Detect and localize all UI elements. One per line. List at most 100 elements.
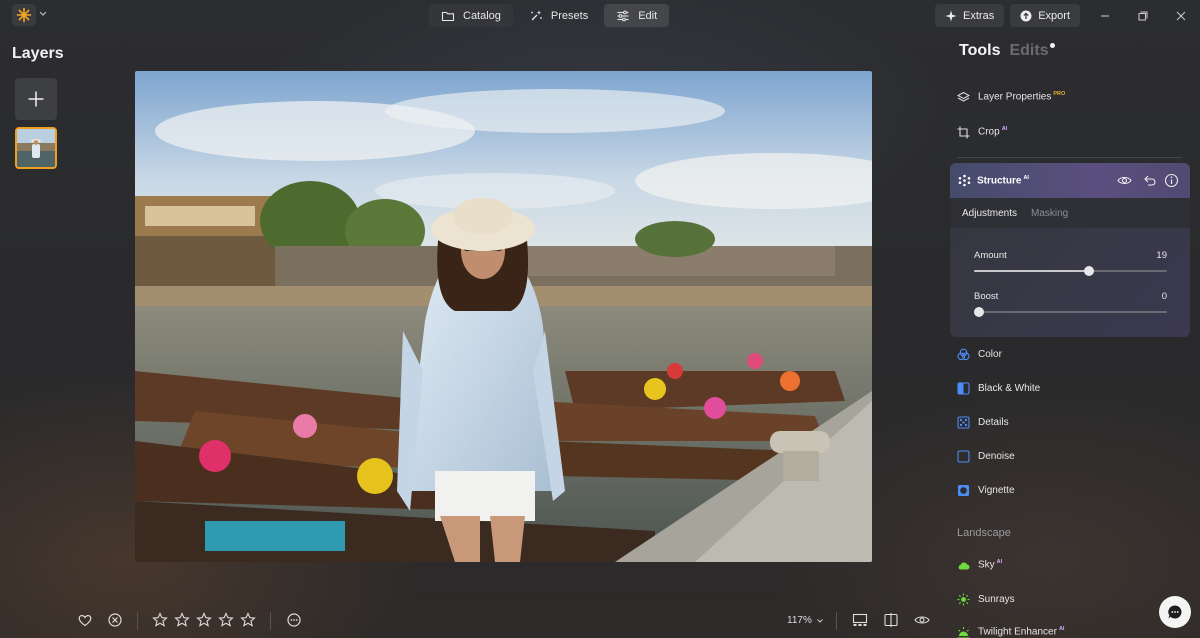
amount-slider[interactable] (974, 266, 1167, 276)
reject-icon[interactable] (107, 612, 123, 628)
tools-divider (957, 157, 1182, 158)
star-2-icon[interactable] (174, 612, 190, 628)
tool-sunrays[interactable]: Sunrays (957, 589, 1015, 609)
tool-denoise-label: Denoise (978, 450, 1015, 462)
tab-edit[interactable]: Edit (604, 4, 670, 27)
subtab-adjustments[interactable]: Adjustments (962, 208, 1017, 219)
zoom-chevron-icon[interactable] (816, 617, 824, 625)
star-4-icon[interactable] (218, 612, 234, 628)
app-menu-button[interactable] (12, 4, 36, 26)
tab-edits[interactable]: Edits (1009, 42, 1055, 60)
amount-value[interactable]: 19 (1156, 250, 1167, 261)
tool-twilight-enhancer[interactable]: Twilight Enhancer AI (957, 622, 1064, 638)
compare-icon[interactable] (883, 612, 899, 628)
layers-title: Layers (12, 45, 64, 62)
structure-sliders: Amount 19 Boost 0 (950, 228, 1190, 337)
landscape-section-title[interactable]: Landscape (957, 527, 1011, 539)
tool-black-white-label: Black & White (978, 382, 1041, 394)
pro-badge: PRO (1053, 91, 1066, 98)
layer-thumbnail-image (17, 129, 55, 167)
structure-icon (958, 174, 971, 187)
amount-slider-fill (974, 270, 1089, 272)
bottom-toolbar: 117% (0, 608, 940, 634)
minimize-button[interactable] (1086, 4, 1124, 27)
tool-twilight-enhancer-label: Twilight Enhancer (978, 626, 1057, 638)
tool-black-white[interactable]: Black & White (957, 378, 1040, 398)
structure-header[interactable]: Structure AI (950, 163, 1190, 198)
visibility-eye-icon[interactable] (1117, 173, 1132, 188)
amount-label: Amount (974, 250, 1007, 261)
heart-icon[interactable] (77, 612, 93, 628)
boost-slider-thumb[interactable] (974, 307, 984, 317)
denoise-icon (957, 449, 970, 463)
chat-assistant-button[interactable] (1159, 596, 1191, 628)
tool-layer-properties[interactable]: Layer Properties PRO (957, 87, 1065, 107)
twilight-icon (957, 626, 970, 638)
amount-slider-thumb[interactable] (1084, 266, 1094, 276)
preview-eye-icon[interactable] (914, 612, 930, 628)
vignette-icon (958, 484, 969, 496)
boost-slider[interactable] (974, 307, 1167, 317)
tool-details-label: Details (978, 416, 1009, 428)
ai-badge: AI (1058, 626, 1065, 633)
reset-undo-icon[interactable] (1142, 173, 1157, 188)
tool-vignette[interactable]: Vignette (957, 480, 1015, 500)
boost-label: Boost (974, 291, 999, 302)
tools-tabs: Tools Edits (959, 42, 1055, 60)
structure-title: Structure (977, 175, 1022, 187)
add-layer-button[interactable] (15, 78, 57, 120)
filmstrip-icon[interactable] (852, 612, 868, 628)
tool-vignette-label: Vignette (978, 484, 1015, 496)
extras-button[interactable]: Extras (935, 4, 1005, 27)
ai-badge: AI (1001, 126, 1008, 133)
sliders-icon (617, 10, 629, 21)
tool-layer-properties-label: Layer Properties (978, 91, 1052, 103)
boost-value[interactable]: 0 (1162, 291, 1167, 302)
folder-icon (441, 11, 455, 21)
export-button[interactable]: Export (1010, 4, 1080, 27)
edits-indicator-dot (1049, 43, 1055, 48)
cloud-icon (958, 562, 970, 569)
close-window-button[interactable] (1162, 4, 1200, 27)
tab-tools[interactable]: Tools (959, 42, 1000, 60)
export-icon (1020, 10, 1032, 21)
info-icon[interactable] (1164, 173, 1179, 188)
star-5-icon[interactable] (240, 612, 256, 628)
zoom-level[interactable]: 117% (787, 615, 812, 626)
tool-sky-label: Sky (978, 559, 995, 571)
more-options-icon[interactable] (286, 612, 302, 628)
edited-photo (135, 71, 872, 562)
toolbar-divider (270, 612, 271, 630)
structure-tool-panel: Structure AI Adjustments Masking Amount 1… (950, 163, 1190, 337)
minimize-icon (1101, 15, 1109, 16)
tool-details[interactable]: Details (957, 412, 1009, 432)
ai-badge: AI (996, 559, 1003, 566)
restore-button[interactable] (1124, 4, 1162, 27)
star-3-icon[interactable] (196, 612, 212, 628)
tab-catalog[interactable]: Catalog (429, 4, 513, 27)
ai-badge: AI (1023, 175, 1029, 181)
tool-crop[interactable]: Crop AI (957, 122, 1007, 142)
black-white-icon (957, 381, 970, 395)
tool-crop-label: Crop (978, 126, 1000, 138)
subtab-masking[interactable]: Masking (1031, 208, 1068, 219)
sparkle-wand-icon (531, 10, 542, 20)
layers-icon (957, 91, 970, 102)
tab-edit-label: Edit (638, 9, 658, 22)
tab-presets[interactable]: Presets (517, 4, 600, 27)
main-navigation: Catalog Presets Edit (429, 4, 670, 27)
export-label: Export (1038, 9, 1070, 22)
photo-canvas[interactable] (135, 71, 872, 562)
star-1-icon[interactable] (152, 612, 168, 628)
tool-denoise[interactable]: Denoise (957, 446, 1015, 466)
luminar-logo-icon (16, 7, 32, 23)
tab-edits-label: Edits (1009, 42, 1049, 59)
layer-thumbnail[interactable] (15, 127, 57, 169)
tool-sky[interactable]: Sky AI (957, 555, 1002, 575)
plus-icon (28, 91, 44, 107)
restore-icon (1138, 11, 1148, 20)
top-bar: Catalog Presets Edit Extras Export (0, 0, 1200, 30)
sun-icon (957, 593, 970, 605)
tool-color[interactable]: Color (957, 344, 1002, 364)
chevron-down-icon[interactable] (38, 8, 48, 20)
